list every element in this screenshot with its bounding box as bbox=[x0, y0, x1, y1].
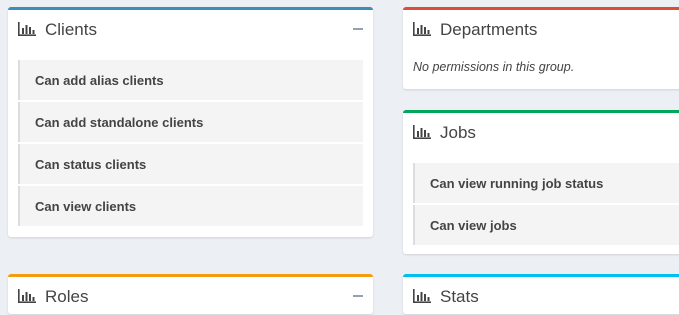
permission-item: Can status clients bbox=[18, 144, 363, 184]
clients-panel: Clients Can add alias clients Can add st… bbox=[8, 7, 373, 237]
clients-collapse-button[interactable] bbox=[349, 20, 367, 38]
bar-chart-icon bbox=[18, 289, 36, 303]
clients-permission-list: Can add alias clients Can add standalone… bbox=[8, 60, 373, 226]
bar-chart-icon bbox=[413, 22, 431, 36]
minus-icon bbox=[353, 28, 363, 30]
permission-item: Can add standalone clients bbox=[18, 102, 363, 142]
jobs-panel: Jobs Can view running job status Can vie… bbox=[403, 110, 679, 254]
jobs-permission-list: Can view running job status Can view job… bbox=[403, 163, 679, 245]
roles-collapse-button[interactable] bbox=[349, 287, 367, 305]
roles-panel: Roles bbox=[8, 274, 373, 314]
clients-panel-title: Clients bbox=[45, 19, 97, 39]
minus-icon bbox=[353, 295, 363, 297]
jobs-panel-title: Jobs bbox=[440, 122, 476, 142]
clients-panel-header: Clients bbox=[8, 10, 373, 48]
stats-panel-title: Stats bbox=[440, 286, 479, 306]
stats-panel: Stats bbox=[403, 274, 679, 314]
permission-item: Can view jobs bbox=[413, 205, 679, 245]
bar-chart-icon bbox=[18, 22, 36, 36]
roles-panel-title: Roles bbox=[45, 286, 89, 306]
permission-item: Can view running job status bbox=[413, 163, 679, 203]
roles-panel-header: Roles bbox=[8, 277, 373, 315]
departments-panel-header: Departments bbox=[403, 10, 679, 48]
departments-empty-message: No permissions in this group. bbox=[413, 60, 575, 74]
jobs-panel-header: Jobs bbox=[403, 113, 679, 151]
departments-panel: Departments No permissions in this group… bbox=[403, 7, 679, 89]
stats-panel-header: Stats bbox=[403, 277, 679, 315]
bar-chart-icon bbox=[413, 289, 431, 303]
departments-panel-title: Departments bbox=[440, 19, 538, 39]
bar-chart-icon bbox=[413, 125, 431, 139]
permission-item: Can add alias clients bbox=[18, 60, 363, 100]
permission-item: Can view clients bbox=[18, 186, 363, 226]
